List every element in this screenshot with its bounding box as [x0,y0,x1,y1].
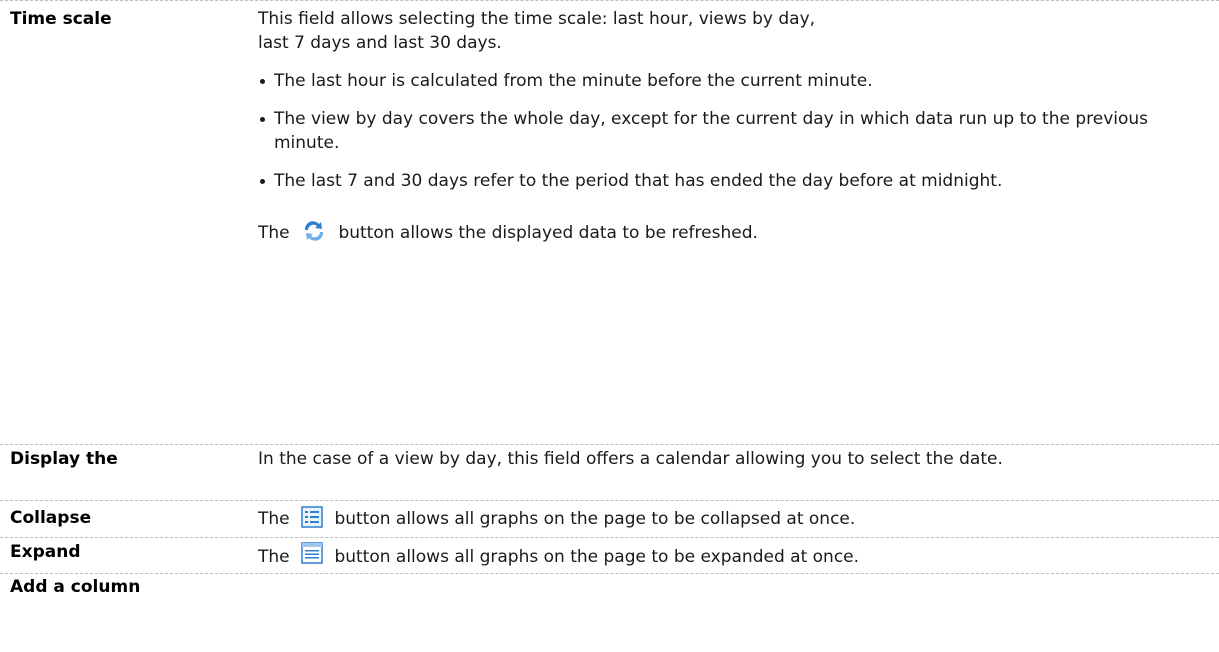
bullet-icon [260,117,265,122]
bullet-icon [260,179,265,184]
term-add-column: Add a column [10,577,141,597]
refresh-sentence: The button allows the displayed data to … [258,219,1208,250]
bullet-text: The view by day covers the whole day, ex… [274,109,1149,153]
term-display-the: Display the [10,449,118,469]
list-item: The view by day covers the whole day, ex… [258,107,1208,155]
row-collapse: Collapse The button allows all graphs on… [0,500,1219,538]
row-time-scale: Time scale This field allows selecting t… [0,0,1219,445]
desc-display-the: In the case of a view by day, this field… [258,449,1003,469]
bullet-text: The last hour is calculated from the min… [274,71,873,91]
desc-time-scale: This field allows selecting the time sca… [258,7,1208,250]
list-item: The last hour is calculated from the min… [258,69,1208,93]
refresh-before: The [258,223,290,243]
term-collapse: Collapse [10,508,92,528]
list-item: The last 7 and 30 days refer to the peri… [258,169,1208,193]
bullet-text: The last 7 and 30 days refer to the peri… [274,171,1003,191]
time-scale-intro-line1: This field allows selecting the time sca… [258,9,816,29]
refresh-icon [301,219,327,250]
bullet-icon [260,79,265,84]
row-display-the: Display the In the case of a view by day… [0,444,1219,501]
desc-collapse: The button allows all graphs on the page… [258,506,1208,531]
refresh-after: button allows the displayed data to be r… [338,223,758,243]
term-expand: Expand [10,542,81,562]
term-time-scale: Time scale [10,9,112,29]
expand-all-icon [301,542,323,564]
collapse-all-icon [301,506,323,528]
time-scale-bullet-list: The last hour is calculated from the min… [258,69,1208,193]
expand-after: button allows all graphs on the page to … [334,547,860,567]
desc-expand: The button allows all graphs on the page… [258,542,1208,569]
collapse-after: button allows all graphs on the page to … [334,509,856,529]
row-add-column: Add a column [0,573,1219,597]
expand-before: The [258,547,290,567]
collapse-before: The [258,509,290,529]
time-scale-intro-line2: last 7 days and last 30 days. [258,33,502,53]
row-expand: Expand The button allows all graphs on t… [0,537,1219,574]
